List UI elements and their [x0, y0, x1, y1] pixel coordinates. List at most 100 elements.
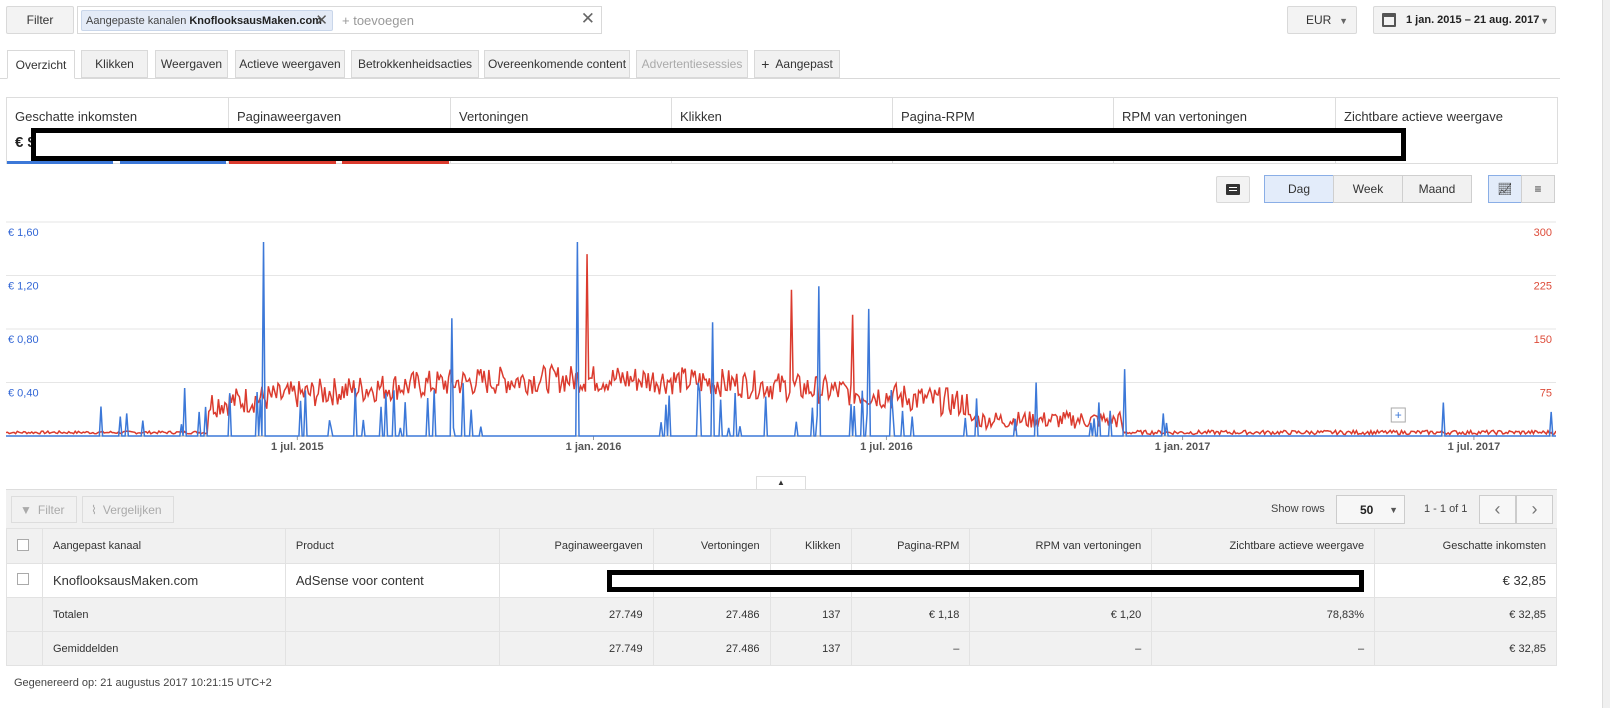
filter-chip-prefix: Aangepaste kanalen: [86, 14, 187, 27]
series-line-geschatte-inkomsten: [6, 242, 1556, 437]
chip-remove-icon[interactable]: ✕: [315, 11, 328, 30]
header-paginaweergaven[interactable]: Paginaweergaven: [498, 528, 654, 564]
right-axis-tick: 225: [1534, 281, 1552, 293]
calendar-icon: [1382, 13, 1396, 27]
performance-chart: € 1,60 300 € 1,20 225 € 0,80 150 € 0,40 75 1 jul…: [6, 221, 1556, 453]
series-line-paginaweergaven: [6, 254, 1556, 437]
tab-betrokkenheidsacties[interactable]: Betrokkenheidsacties: [351, 50, 479, 78]
total-cell: € 1,18: [850, 597, 971, 632]
add-filter-input[interactable]: + toevoegen: [342, 13, 414, 28]
tab-aangepast[interactable]: + Aangepast: [754, 50, 840, 78]
line-chart-view-button[interactable]: 📈︎: [1488, 175, 1522, 203]
left-axis-tick: € 1,20: [8, 281, 39, 293]
collapse-chart-toggle[interactable]: ▲: [756, 476, 806, 489]
metric-label: RPM van vertoningen: [1122, 109, 1248, 124]
header-vertoningen[interactable]: Vertoningen: [652, 528, 771, 564]
header-pagina-rpm[interactable]: Pagina-RPM: [850, 528, 971, 564]
totals-row: Totalen 27.749 27.486 137 € 1,18 € 1,20 …: [6, 597, 1557, 632]
plus-icon: +: [761, 56, 770, 72]
pagination-range: 1 - 1 of 1: [1424, 503, 1468, 515]
button-label: Dag: [1287, 182, 1310, 196]
currency-select[interactable]: EUR ▼: [1287, 6, 1357, 34]
empty-cell: [284, 597, 500, 632]
table-header-row: Aangepast kanaal Product Paginaweergaven…: [6, 528, 1557, 564]
tab-overzicht[interactable]: Overzicht: [7, 50, 75, 79]
date-range-value: 1 jan. 2015 – 21 aug. 2017: [1406, 14, 1540, 26]
page-scrollbar[interactable]: [1602, 0, 1610, 708]
header-rpm-van-vertoningen[interactable]: RPM van vertoningen: [969, 528, 1153, 564]
redaction-box: [31, 128, 1406, 161]
metric-label: Vertoningen: [459, 109, 529, 124]
rows-per-page-select[interactable]: 50 ▼: [1336, 495, 1405, 524]
clear-filter-icon[interactable]: ✕: [581, 9, 595, 29]
granularity-week-button[interactable]: Week: [1333, 175, 1403, 203]
empty-cell: [284, 631, 500, 666]
header-aangepast-kanaal[interactable]: Aangepast kanaal: [41, 528, 286, 564]
tab-label: Betrokkenheidsacties: [357, 57, 473, 71]
compare-button: ⌇ Vergelijken: [82, 496, 174, 523]
filter-chip[interactable]: Aangepaste kanalen KnoflooksausMaken.com…: [81, 10, 333, 31]
funnel-icon: ▼: [20, 502, 32, 517]
total-cell: 27.486: [652, 597, 771, 632]
filter-button[interactable]: Filter: [6, 6, 74, 34]
select-all-cell[interactable]: [6, 528, 43, 564]
chevron-down-icon: ▼: [1540, 16, 1549, 26]
channel-link[interactable]: KnoflooksausMaken.com: [41, 563, 286, 598]
x-axis-tick: 1 jul. 2017: [1448, 441, 1501, 453]
metric-label: Klikken: [680, 109, 722, 124]
left-axis-tick: € 1,60: [8, 227, 39, 239]
row-select-cell[interactable]: [6, 563, 43, 598]
chevron-left-icon: ‹: [1494, 499, 1501, 519]
header-geschatte-inkomsten[interactable]: Geschatte inkomsten: [1374, 528, 1557, 564]
tab-weergaven[interactable]: Weergaven: [155, 50, 228, 78]
tab-klikken[interactable]: Klikken: [81, 50, 148, 78]
granularity-month-button[interactable]: Maand: [1402, 175, 1472, 203]
tab-overeenkomende-content[interactable]: Overeenkomende content: [484, 50, 630, 78]
left-axis-tick: € 0,40: [8, 388, 39, 400]
header-zichtbare-actieve-weergave[interactable]: Zichtbare actieve weergave: [1151, 528, 1376, 564]
filter-chip-value: KnoflooksausMaken.com: [189, 14, 322, 27]
annotation-button[interactable]: [1216, 176, 1250, 203]
right-axis-tick: 300: [1534, 227, 1552, 239]
metric-color-bar: [120, 161, 226, 164]
table-filter-button: ▼ Filter: [11, 496, 77, 523]
total-cell: € 32,85: [1374, 597, 1557, 632]
granularity-day-button[interactable]: Dag: [1264, 175, 1334, 203]
prev-page-button[interactable]: ‹: [1479, 495, 1516, 524]
metric-label: Paginaweergaven: [237, 109, 342, 124]
table-toolbar: ▼ Filter ⌇ Vergelijken Show rows 50 ▼ 1 …: [6, 489, 1557, 528]
product-cell: AdSense voor content: [284, 563, 500, 598]
date-range-picker[interactable]: 1 jan. 2015 – 21 aug. 2017 ▼: [1373, 6, 1556, 34]
button-label: Vergelijken: [102, 502, 162, 517]
select-all-checkbox[interactable]: [17, 538, 29, 551]
next-page-button[interactable]: ›: [1516, 495, 1553, 524]
line-chart-icon: ⌇: [91, 502, 97, 517]
currency-value: EUR: [1306, 13, 1332, 27]
header-product[interactable]: Product: [284, 528, 500, 564]
tab-label: Actieve weergaven: [239, 57, 341, 71]
chevron-down-icon: ▼: [1389, 505, 1398, 515]
averages-row: Gemiddelden 27.749 27.486 137 – – – € 32…: [6, 631, 1557, 666]
average-cell: –: [969, 631, 1153, 666]
tab-label: Overzicht: [15, 57, 67, 72]
button-label: Maand: [1418, 182, 1456, 196]
line-chart-icon: 📈︎: [1497, 182, 1513, 196]
x-axis-tick: 1 jan. 2017: [1155, 441, 1211, 453]
button-label: Filter: [37, 502, 65, 517]
tab-label: Klikken: [95, 57, 134, 71]
tab-label: Aangepast: [775, 57, 833, 71]
chevron-down-icon: ▼: [1339, 16, 1348, 26]
average-cell: 27.749: [498, 631, 654, 666]
tab-actieve-weergaven[interactable]: Actieve weergaven: [235, 50, 345, 78]
tab-label: Overeenkomende content: [487, 57, 627, 71]
average-cell: –: [850, 631, 971, 666]
left-axis-tick: € 0,80: [8, 334, 39, 346]
table-view-button[interactable]: ≡: [1521, 175, 1555, 203]
filter-input-box[interactable]: Aangepaste kanalen KnoflooksausMaken.com…: [77, 6, 602, 34]
header-klikken[interactable]: Klikken: [769, 528, 852, 564]
button-label: Week: [1352, 182, 1384, 196]
x-axis-tick: 1 jan. 2016: [566, 441, 622, 453]
total-cell: 137: [769, 597, 852, 632]
tab-label: Weergaven: [160, 57, 223, 71]
row-checkbox[interactable]: [17, 573, 29, 585]
